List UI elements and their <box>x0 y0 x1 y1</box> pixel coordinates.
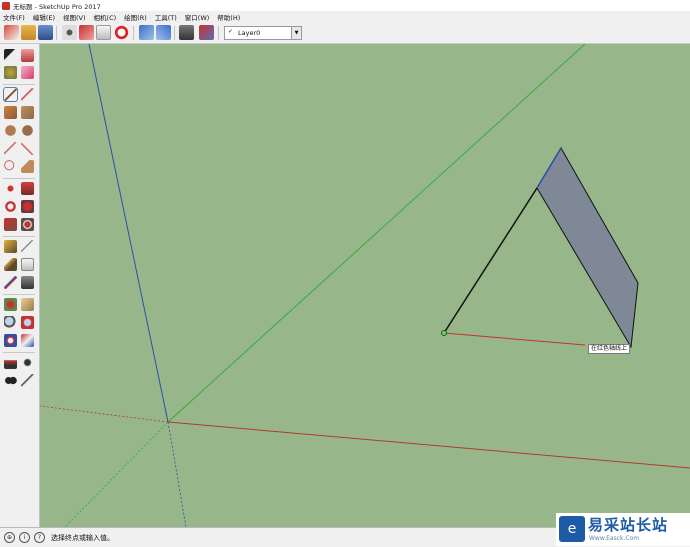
green-axis <box>167 44 586 423</box>
undo-icon[interactable] <box>139 25 154 40</box>
sketchup-app-icon <box>2 1 10 10</box>
position-camera-icon[interactable] <box>4 356 17 369</box>
scene-canvas[interactable] <box>40 44 690 527</box>
drawing-viewport[interactable]: 在红色轴线上 <box>40 44 690 527</box>
menu-edit[interactable]: 编辑(E) <box>30 12 60 22</box>
select-arrow-icon[interactable] <box>4 49 17 62</box>
menu-tools[interactable]: 工具(T) <box>152 12 182 22</box>
walk-footprints-icon[interactable] <box>4 374 17 387</box>
3d-text-icon[interactable] <box>21 276 34 289</box>
geo-location-icon[interactable]: ⊕ <box>4 532 15 543</box>
pan-hand-icon[interactable] <box>21 298 34 311</box>
menu-window[interactable]: 窗口(W) <box>182 12 215 22</box>
palette-separator <box>3 178 35 179</box>
freehand-icon[interactable] <box>21 88 34 101</box>
watermark-url: Www.Easck.Com <box>589 535 640 542</box>
dropdown-arrow-icon[interactable]: ▼ <box>291 27 301 39</box>
red-axis-negative <box>40 405 169 423</box>
paste-icon[interactable] <box>96 25 111 40</box>
copy-icon[interactable] <box>79 25 94 40</box>
tape-measure-icon[interactable] <box>4 240 17 253</box>
offset-icon[interactable] <box>21 218 34 231</box>
toolbar-separator <box>133 26 134 40</box>
menu-draw[interactable]: 绘图(R) <box>121 12 152 22</box>
two-point-arc-icon[interactable] <box>21 142 34 155</box>
layer-dropdown[interactable]: ✓ Layer0 ▼ <box>224 26 302 40</box>
rectangle-icon[interactable] <box>4 106 17 119</box>
zoom-icon[interactable] <box>4 316 17 329</box>
main-toolbar <box>0 23 690 44</box>
toolbar-separator <box>218 26 219 40</box>
endpoint-marker <box>441 330 447 336</box>
menu-view[interactable]: 视图(V) <box>60 12 91 22</box>
extruded-face[interactable] <box>536 147 639 349</box>
cut-icon[interactable] <box>62 25 77 40</box>
axes-icon[interactable] <box>4 276 17 289</box>
make-component-icon[interactable] <box>21 49 34 62</box>
green-axis-negative <box>64 421 169 527</box>
paint-bucket-icon[interactable] <box>4 66 17 79</box>
line-pencil-icon[interactable] <box>3 87 18 102</box>
help-icon[interactable]: ? <box>34 532 45 543</box>
info-icon[interactable]: i <box>19 532 30 543</box>
scale-icon[interactable] <box>4 218 17 231</box>
open-folder-icon[interactable] <box>21 25 36 40</box>
blue-axis <box>88 44 169 423</box>
zoom-window-icon[interactable] <box>21 316 34 329</box>
tool-palette <box>0 44 40 527</box>
layer-name: Layer0 <box>238 28 261 37</box>
window-title: 无标题 - SketchUp Pro 2017 <box>13 2 101 11</box>
inference-line-red <box>443 332 586 346</box>
save-icon[interactable] <box>38 25 53 40</box>
polygon-icon[interactable] <box>21 124 34 137</box>
orbit-icon[interactable] <box>4 298 17 311</box>
rotated-rectangle-icon[interactable] <box>21 106 34 119</box>
inference-tooltip: 在红色轴线上 <box>588 344 631 354</box>
menu-camera[interactable]: 相机(C) <box>91 12 122 22</box>
zoom-extents-icon[interactable] <box>4 334 17 347</box>
palette-separator <box>3 236 35 237</box>
drawn-edge[interactable] <box>443 187 538 334</box>
three-point-arc-icon[interactable] <box>4 160 17 173</box>
dimension-icon[interactable] <box>21 240 34 253</box>
move-icon[interactable] <box>4 182 17 195</box>
eraser-icon[interactable] <box>21 66 34 79</box>
red-axis <box>167 421 690 469</box>
print-icon[interactable] <box>179 25 194 40</box>
toolbar-separator <box>174 26 175 40</box>
follow-me-icon[interactable] <box>21 200 34 213</box>
previous-view-icon[interactable] <box>21 334 34 347</box>
palette-separator <box>3 294 35 295</box>
status-hint: 选择终点或输入值。 <box>51 533 114 542</box>
look-around-eye-icon[interactable] <box>21 356 34 369</box>
protractor-icon[interactable] <box>4 258 17 271</box>
redo-icon[interactable] <box>156 25 171 40</box>
model-info-icon[interactable] <box>199 25 214 40</box>
new-model-icon[interactable] <box>4 25 19 40</box>
arc-icon[interactable] <box>4 142 17 155</box>
toolbar-separator <box>56 26 57 40</box>
palette-separator <box>3 352 35 353</box>
section-plane-icon[interactable] <box>21 374 34 387</box>
watermark-text: 易采站长站 <box>588 516 669 534</box>
palette-separator <box>3 84 35 85</box>
blue-axis-negative <box>167 421 187 527</box>
erase-icon[interactable] <box>114 25 129 40</box>
site-watermark: e 易采站长站 Www.Easck.Com <box>556 513 690 546</box>
text-icon[interactable] <box>21 258 34 271</box>
menu-help[interactable]: 帮助(H) <box>214 12 245 22</box>
menu-file[interactable]: 文件(F) <box>0 12 30 22</box>
circle-icon[interactable] <box>4 124 17 137</box>
push-pull-icon[interactable] <box>21 182 34 195</box>
layer-checkmark: ✓ <box>228 28 234 35</box>
watermark-logo-icon: e <box>559 516 585 542</box>
pie-icon[interactable] <box>21 160 34 173</box>
rotate-icon[interactable] <box>4 200 17 213</box>
